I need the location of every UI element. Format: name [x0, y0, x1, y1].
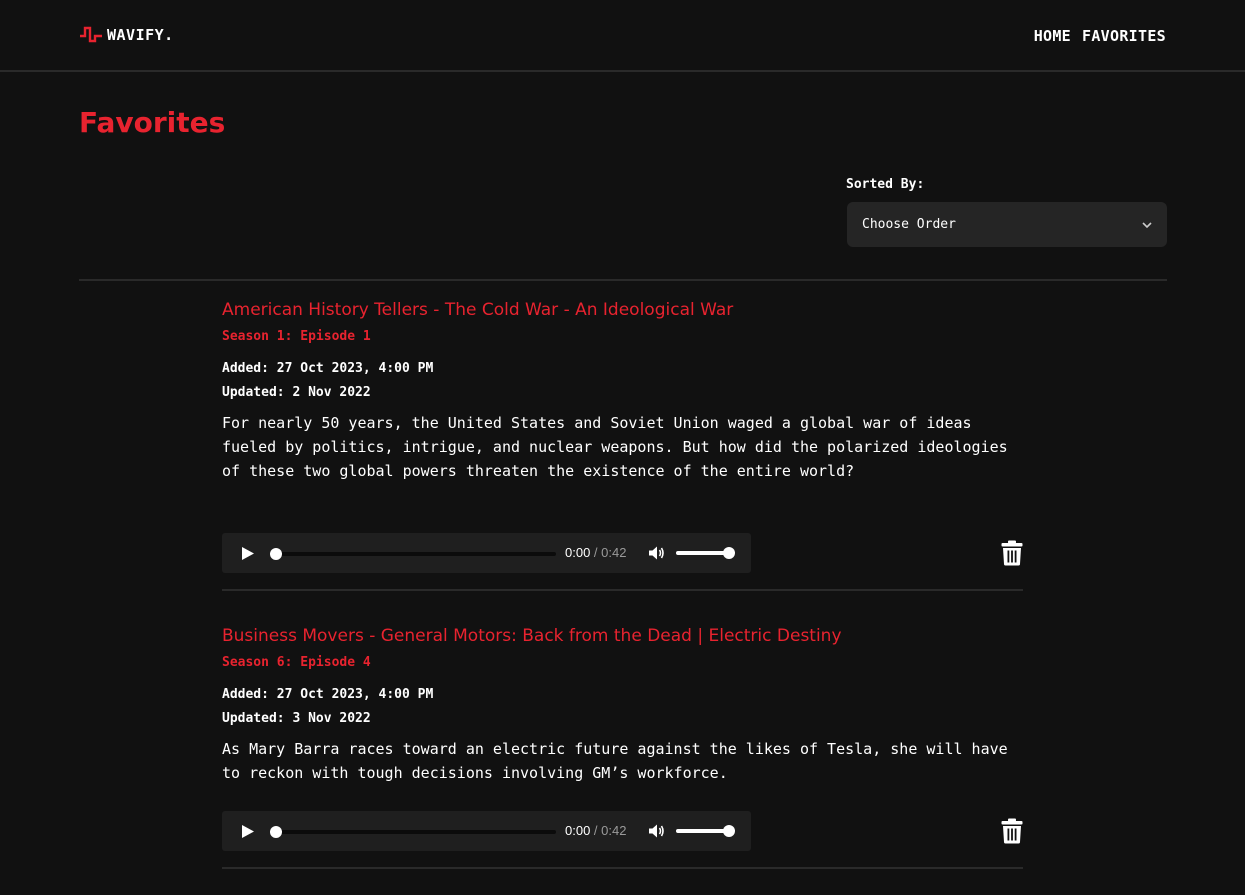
episode-title[interactable]: American History Tellers - The Cold War …	[222, 300, 733, 320]
sort-order-value: Choose Order	[862, 217, 956, 232]
favorite-episode: Business Movers - General Motors: Back f…	[222, 626, 1023, 870]
current-time: 0:00	[565, 823, 591, 838]
chevron-down-icon	[1142, 221, 1152, 228]
time-display: 0:00 / 0:42	[565, 823, 626, 838]
episode-season: Season 6: Episode 4	[222, 655, 371, 670]
brand-logo[interactable]: WAVIFY.	[79, 26, 174, 44]
progress-handle[interactable]	[270, 548, 282, 560]
trash-icon[interactable]	[1001, 540, 1023, 566]
sort-label: Sorted By:	[846, 177, 925, 192]
episode-description: As Mary Barra races toward an electric f…	[222, 740, 1008, 782]
episode-added-date: Added: 27 Oct 2023, 4:00 PM	[222, 361, 434, 376]
audio-player: 0:00 / 0:42	[222, 533, 751, 573]
duration: 0:42	[601, 823, 627, 838]
audio-player: 0:00 / 0:42	[222, 811, 751, 851]
episode-updated-date: Updated: 2 Nov 2022	[222, 385, 371, 400]
episode-divider	[222, 867, 1023, 869]
trash-icon[interactable]	[1001, 818, 1023, 844]
time-separator: /	[590, 823, 602, 838]
episode-description: For nearly 50 years, the United States a…	[222, 414, 1008, 480]
duration: 0:42	[601, 545, 627, 560]
progress-handle[interactable]	[270, 826, 282, 838]
nav-link-home[interactable]: HOME	[1034, 27, 1071, 45]
page-title: Favorites	[79, 106, 226, 139]
volume-slider[interactable]	[676, 829, 729, 833]
volume-icon[interactable]	[647, 544, 665, 562]
time-separator: /	[590, 545, 602, 560]
episode-title[interactable]: Business Movers - General Motors: Back f…	[222, 626, 842, 646]
navbar: WAVIFY. HOME FAVORITES	[0, 0, 1245, 72]
episode-added-date: Added: 27 Oct 2023, 4:00 PM	[222, 687, 434, 702]
nav-links: HOME FAVORITES	[1034, 27, 1166, 45]
episode-updated-date: Updated: 3 Nov 2022	[222, 711, 371, 726]
volume-handle[interactable]	[723, 825, 735, 837]
progress-bar[interactable]	[274, 552, 556, 556]
volume-slider[interactable]	[676, 551, 729, 555]
favorite-episode: American History Tellers - The Cold War …	[222, 300, 1023, 592]
volume-handle[interactable]	[723, 547, 735, 559]
current-time: 0:00	[565, 545, 591, 560]
play-icon[interactable]	[240, 824, 255, 839]
volume-icon[interactable]	[647, 822, 665, 840]
sort-order-select[interactable]: Choose Order	[847, 202, 1167, 247]
section-divider	[79, 279, 1167, 281]
nav-link-favorites[interactable]: FAVORITES	[1082, 27, 1166, 45]
brand-name: WAVIFY.	[107, 26, 174, 44]
episode-divider	[222, 589, 1023, 591]
time-display: 0:00 / 0:42	[565, 545, 626, 560]
play-icon[interactable]	[240, 546, 255, 561]
episode-season: Season 1: Episode 1	[222, 329, 371, 344]
progress-bar[interactable]	[274, 830, 556, 834]
wave-pulse-icon	[80, 26, 102, 43]
